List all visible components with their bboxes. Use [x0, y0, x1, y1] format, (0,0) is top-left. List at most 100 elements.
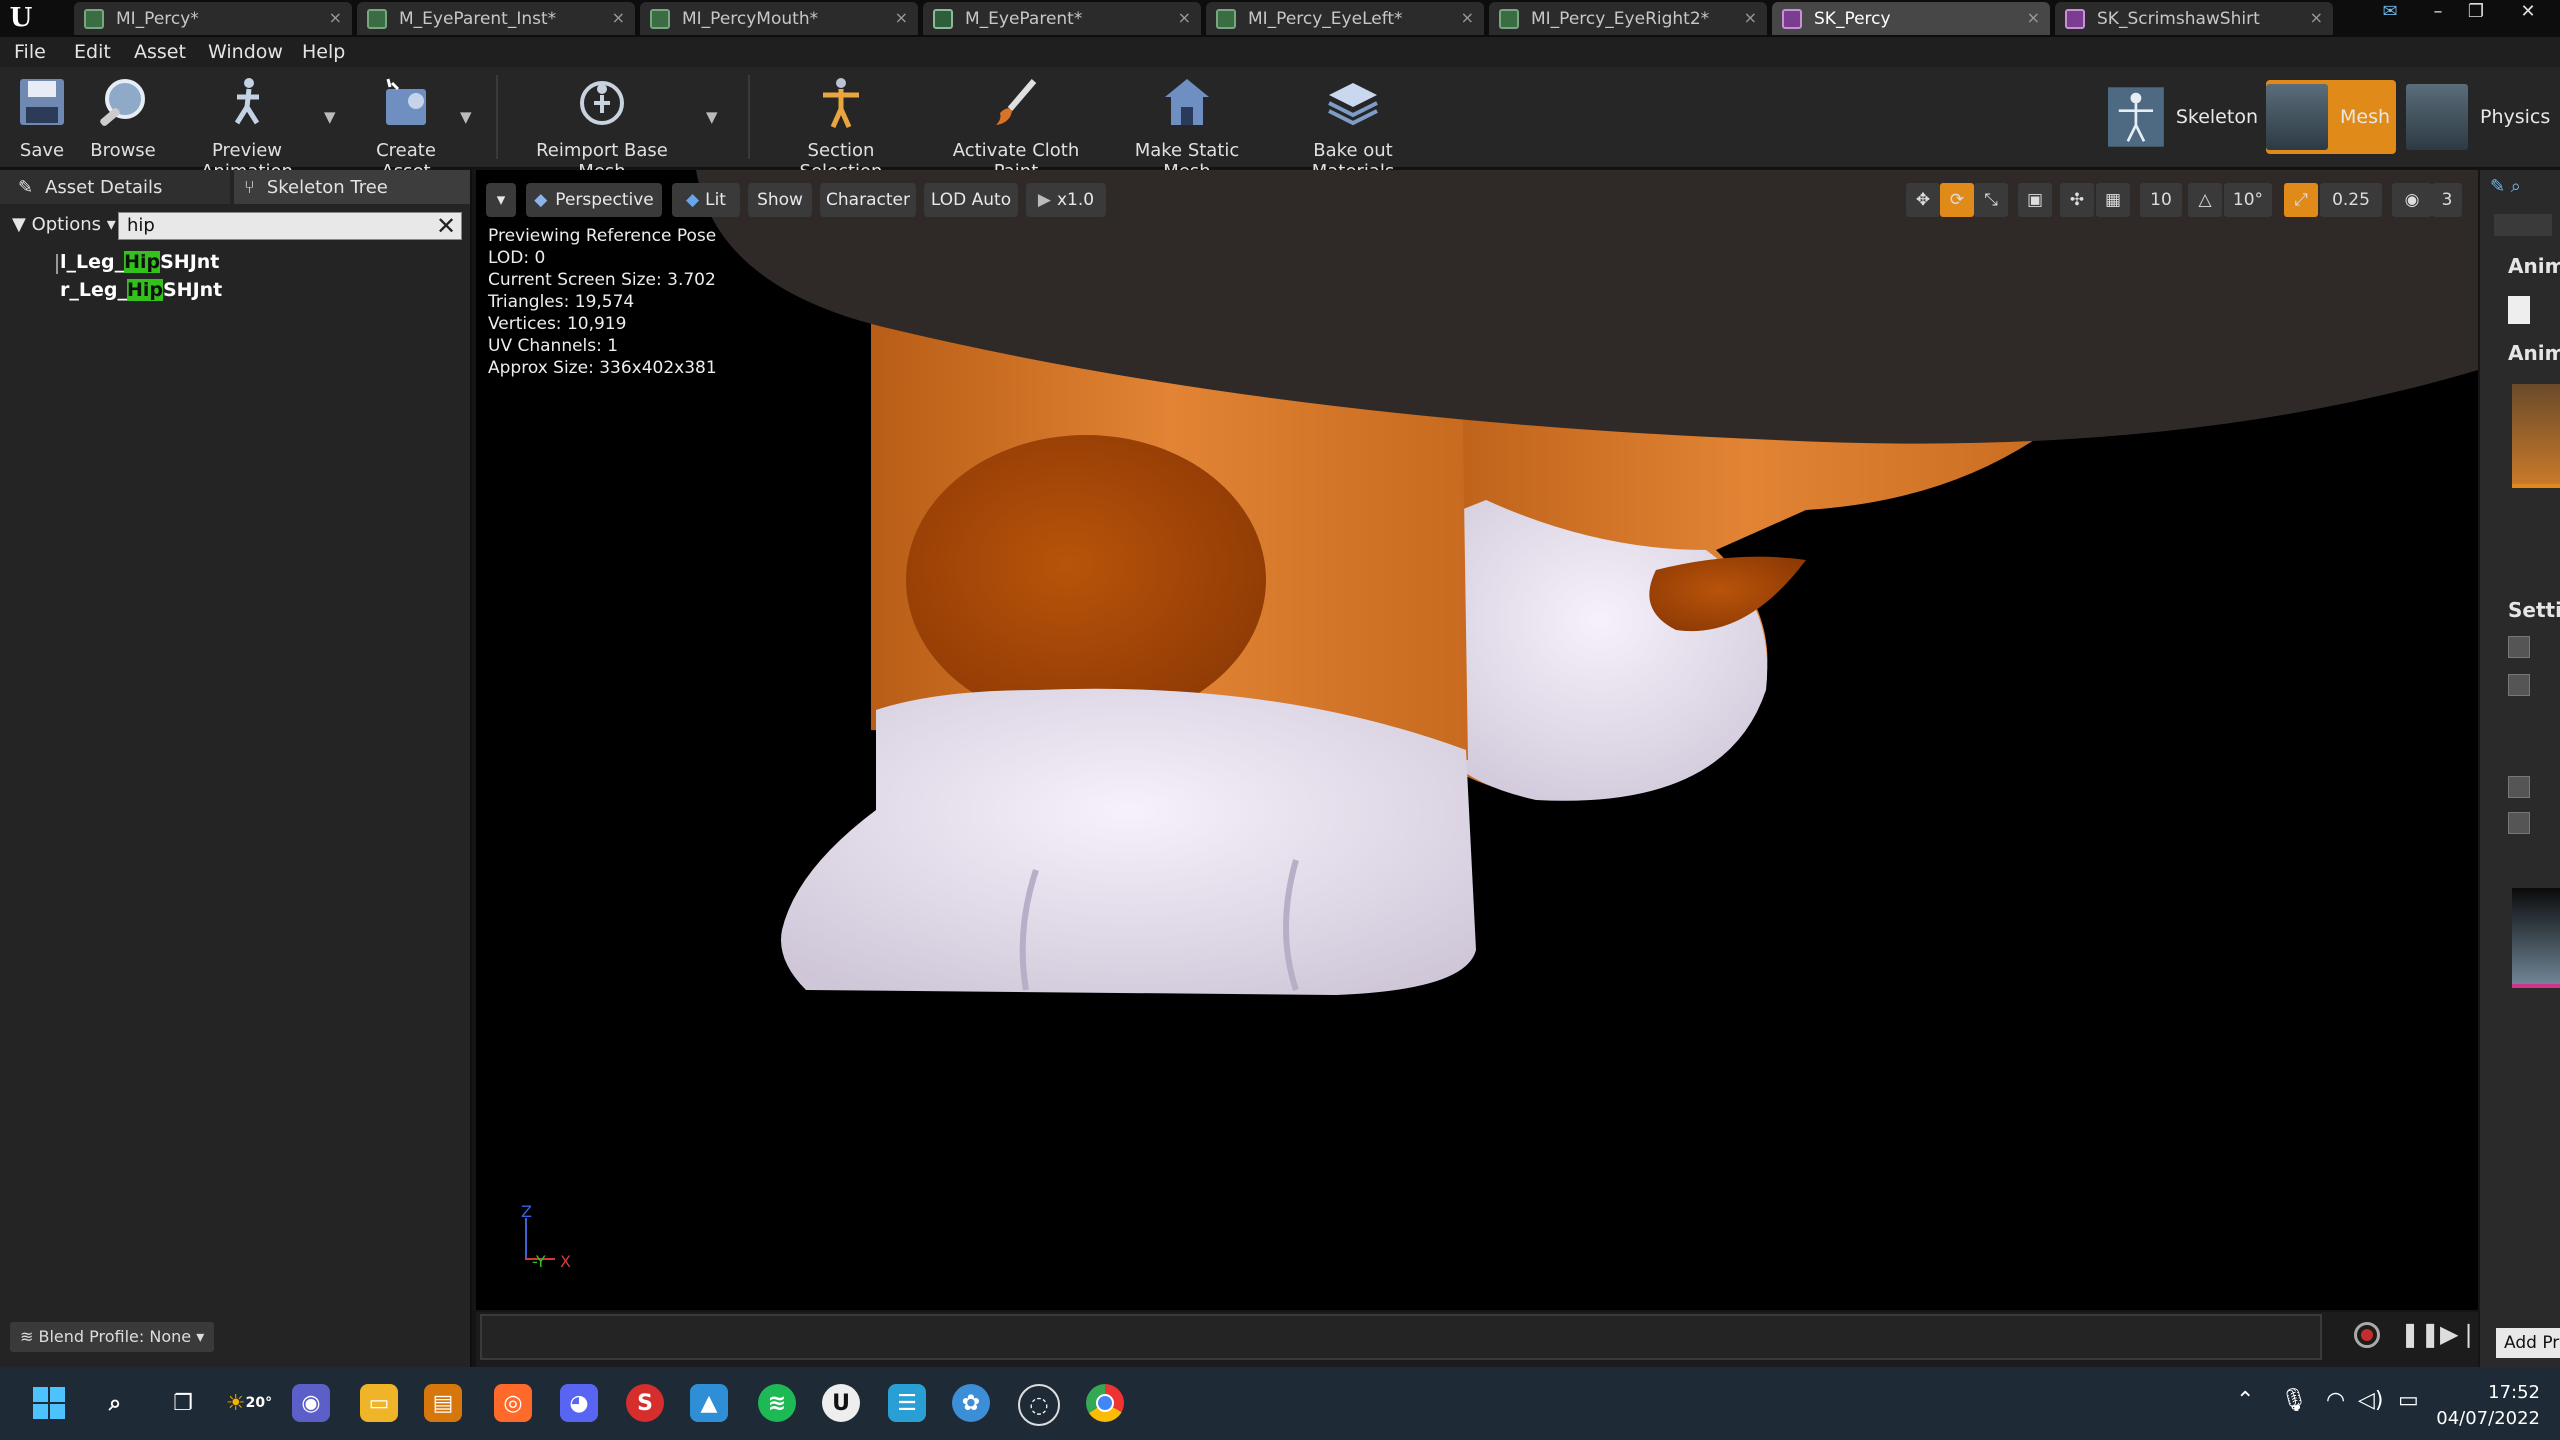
create-asset-button[interactable]: Create Asset [350, 75, 462, 182]
folder-app-icon[interactable]: ▤ [424, 1384, 462, 1422]
restore-button[interactable]: ❐ [2458, 0, 2494, 26]
rotation-snap-icon[interactable]: △ [2188, 183, 2222, 217]
viewport[interactable] [476, 170, 2478, 1310]
record-button[interactable] [2354, 1322, 2380, 1348]
menu-file[interactable]: File [14, 41, 46, 63]
window-close-button[interactable]: ✕ [2510, 0, 2546, 26]
task-view-icon[interactable]: ❐ [164, 1384, 202, 1422]
save-button[interactable]: Save [12, 75, 72, 161]
lit-button[interactable]: ◆ Lit [672, 183, 740, 217]
step-forward-button[interactable]: ▶❘ [2440, 1320, 2479, 1348]
paint-icon[interactable]: ✿ [952, 1384, 990, 1422]
tab-mi-percy-eyeright2[interactable]: MI_Percy_EyeRight2* × [1489, 2, 1767, 35]
menu-help[interactable]: Help [302, 41, 345, 63]
clear-search-icon[interactable]: ✕ [436, 212, 456, 240]
bake-out-materials-button[interactable]: Bake out Materials [1276, 75, 1430, 182]
tab-mi-percy[interactable]: MI_Percy* × [74, 2, 352, 35]
reimport-base-mesh-button[interactable]: Reimport Base Mesh [512, 75, 692, 182]
reimport-dropdown[interactable]: ▼ [706, 108, 718, 126]
close-icon[interactable]: × [612, 8, 625, 27]
feedback-icon[interactable]: ✉ [2372, 0, 2408, 26]
weather-widget-icon[interactable]: ☀ 20° [226, 1384, 272, 1422]
browse-button[interactable]: Browse [88, 75, 158, 161]
microphone-icon[interactable]: 🎙︎ [2280, 1388, 2308, 1413]
show-button[interactable]: Show [748, 183, 812, 217]
mode-skeleton-button[interactable]: Skeleton [2108, 80, 2258, 154]
translate-mode-icon[interactable]: ✥ [1906, 183, 1940, 217]
tab-sk-percy[interactable]: SK_Percy × [1772, 2, 2050, 35]
settings-checkbox-1[interactable] [2508, 636, 2530, 658]
bone-search-input[interactable]: hip [118, 212, 462, 240]
mode-physics-button[interactable]: Physics [2406, 80, 2556, 154]
volume-icon[interactable]: ◁) [2358, 1388, 2384, 1413]
close-icon[interactable]: × [329, 8, 342, 27]
grid-snap-value[interactable]: 10 [2140, 183, 2182, 217]
scale-mode-icon[interactable]: ⤡ [1974, 183, 2008, 217]
world-local-icon[interactable]: ▣ [2018, 183, 2052, 217]
close-icon[interactable]: × [1461, 8, 1474, 27]
scale-snap-value[interactable]: 0.25 [2320, 183, 2382, 217]
clock-date[interactable]: 04/07/2022 [2436, 1408, 2540, 1429]
section-settings[interactable]: Settir [2508, 598, 2560, 622]
substance-icon[interactable]: S [626, 1384, 664, 1422]
clock-time[interactable]: 17:52 [2488, 1382, 2540, 1403]
bone-row-l-leg-hip[interactable]: l_Leg_HipSHJnt [60, 251, 219, 273]
mode-mesh-button[interactable]: Mesh [2266, 80, 2396, 154]
make-static-mesh-button[interactable]: Make Static Mesh [1112, 75, 1262, 182]
close-icon[interactable]: × [895, 8, 908, 27]
surface-snap-icon[interactable]: ✣ [2060, 183, 2094, 217]
settings-checkbox-3[interactable] [2508, 776, 2530, 798]
blender-icon[interactable]: ◎ [494, 1384, 532, 1422]
anim-thumbnail[interactable] [2512, 384, 2560, 488]
photos-icon[interactable]: ▲ [690, 1384, 728, 1422]
tab-m-eyeparent-inst[interactable]: M_EyeParent_Inst* × [357, 2, 635, 35]
camera-speed-icon[interactable]: ◉ [2392, 183, 2432, 217]
tab-mi-percymouth[interactable]: MI_PercyMouth* × [640, 2, 918, 35]
settings-checkbox-2[interactable] [2508, 674, 2530, 696]
notepad-icon[interactable]: ☰ [888, 1384, 926, 1422]
menu-asset[interactable]: Asset [134, 41, 186, 63]
close-icon[interactable]: × [2027, 8, 2040, 27]
create-asset-dropdown[interactable]: ▼ [460, 108, 472, 126]
right-panel-tabs[interactable]: ✎ ⌕ [2490, 176, 2550, 200]
preview-animation-button[interactable]: Preview Animation [168, 75, 326, 182]
obs-icon[interactable]: ◌ [1018, 1384, 1060, 1426]
wifi-icon[interactable]: ◠ [2326, 1388, 2345, 1413]
preview-scene-thumbnail[interactable] [2512, 888, 2560, 988]
battery-icon[interactable]: ▭ [2398, 1388, 2419, 1413]
right-panel-search[interactable] [2494, 214, 2552, 236]
preview-animation-dropdown[interactable]: ▼ [324, 108, 336, 126]
lod-auto-button[interactable]: LOD Auto [924, 183, 1018, 217]
tab-mi-percy-eyeleft[interactable]: MI_Percy_EyeLeft* × [1206, 2, 1484, 35]
chrome-icon[interactable] [1086, 1384, 1124, 1422]
section-selection-button[interactable]: Section Selection [766, 75, 916, 182]
perspective-button[interactable]: ◆ Perspective [526, 183, 662, 217]
tab-skeleton-tree[interactable]: ⑂ Skeleton Tree [234, 170, 470, 204]
menu-edit[interactable]: Edit [74, 41, 111, 63]
unreal-engine-icon[interactable]: U [822, 1384, 860, 1422]
viewport-options-dropdown[interactable]: ▾ [486, 183, 516, 217]
close-icon[interactable]: × [2310, 8, 2323, 27]
file-explorer-icon[interactable]: ▭ [360, 1384, 398, 1422]
close-icon[interactable]: × [1744, 8, 1757, 27]
timeline-scrubber[interactable] [480, 1314, 2322, 1360]
pause-button[interactable]: ❚❚ [2400, 1320, 2440, 1348]
camera-speed-value[interactable]: 3 [2432, 183, 2462, 217]
teams-chat-icon[interactable]: ◉ [292, 1384, 330, 1422]
tray-chevron-up-icon[interactable]: ⌃ [2236, 1388, 2254, 1413]
menu-window[interactable]: Window [208, 41, 283, 63]
search-icon[interactable]: ⌕ [96, 1384, 134, 1422]
section-anim-2[interactable]: Anim [2508, 341, 2560, 365]
spotify-icon[interactable]: ≋ [758, 1384, 796, 1422]
grid-snap-icon[interactable]: ▦ [2096, 183, 2130, 217]
activate-cloth-paint-button[interactable]: Activate Cloth Paint [932, 75, 1100, 182]
rotate-mode-icon[interactable]: ⟳ [1940, 183, 1974, 217]
tab-sk-scrimshawshirt[interactable]: SK_ScrimshawShirt × [2055, 2, 2333, 35]
rotation-snap-value[interactable]: 10° [2224, 183, 2272, 217]
tab-asset-details[interactable]: ✎ Asset Details [0, 170, 230, 204]
start-menu-icon[interactable] [30, 1384, 68, 1422]
close-icon[interactable]: × [1178, 8, 1191, 27]
bone-row-r-leg-hip[interactable]: r_Leg_HipSHJnt [60, 279, 222, 301]
tab-m-eyeparent[interactable]: M_EyeParent* × [923, 2, 1201, 35]
blend-profile-dropdown[interactable]: ≋ Blend Profile: None ▾ [10, 1322, 215, 1352]
